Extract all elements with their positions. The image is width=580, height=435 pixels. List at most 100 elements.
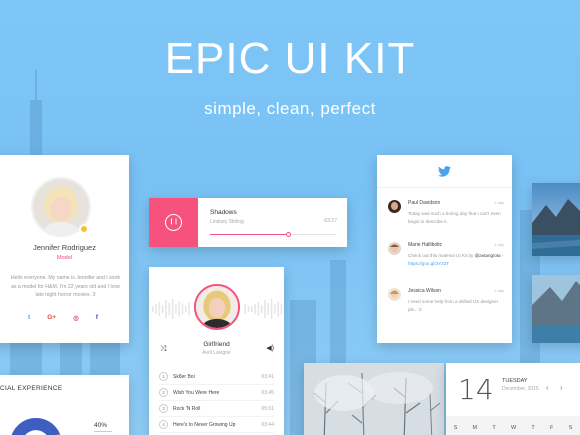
track-title: Here's to Never Growing Up <box>173 421 236 428</box>
equalizer-bar <box>158 302 161 316</box>
twitter-feed-card: Paul Davidson 1 day Today was such a bor… <box>377 155 512 343</box>
twitter-icon[interactable]: t <box>28 314 30 322</box>
chevron-right-icon[interactable]: › <box>560 383 563 392</box>
google-plus-icon[interactable]: G+ <box>47 314 56 322</box>
equalizer-bar <box>185 305 187 313</box>
snowy-forest-photo[interactable] <box>304 363 444 435</box>
hero-subtitle: simple, clean, perfect <box>204 99 376 118</box>
tweet-text: Check out this material UI Kit by @avtan… <box>408 252 504 268</box>
calendar-card: 14 TUESDAY December, 2015 ‹ › S M T W T … <box>446 363 580 435</box>
equalizer-bar <box>161 305 164 313</box>
equalizer-bar <box>247 306 250 312</box>
equalizer-bar <box>171 299 174 319</box>
profile-card: Jennifer Rodriguez Model Hello everyone.… <box>0 155 129 343</box>
track-duration: 03:41 <box>261 373 274 380</box>
play-pause-area[interactable]: ❙❙ <box>149 198 198 247</box>
mountain-valley-photo[interactable] <box>532 275 580 343</box>
mountain-lake-photo[interactable] <box>532 183 580 256</box>
tweet-time: 1 day <box>494 288 504 293</box>
track-item[interactable]: 2 Wish You Were Here 03:45 <box>159 385 274 401</box>
album-avatar <box>194 284 240 330</box>
weekday-label: W <box>510 424 517 431</box>
weekday-label: F <box>550 424 554 431</box>
equalizer-bar <box>267 303 270 315</box>
pause-icon[interactable]: ❙❙ <box>165 214 182 231</box>
track-duration: 03:45 <box>261 389 274 396</box>
profile-role: Model <box>57 255 72 261</box>
tweet-text: Today was such a boring day that I can't… <box>408 211 501 224</box>
equalizer-bar <box>257 302 260 316</box>
tweet-item[interactable]: Paul Davidson 1 day Today was such a bor… <box>388 200 504 230</box>
progress-thumb[interactable] <box>285 232 291 237</box>
equalizer-bar <box>244 304 246 314</box>
track-title: Wish You Were Here <box>173 389 220 396</box>
track-title: Sk8er Boi <box>173 373 195 380</box>
equalizer-bar <box>181 303 184 315</box>
equalizer-bar <box>264 300 266 318</box>
tweet-avatar <box>388 200 401 213</box>
progress-track[interactable] <box>210 232 336 237</box>
track-list: 1 Sk8er Boi 03:41 2 Wish You Were Here 03:45… <box>159 369 274 433</box>
weekday-label: M <box>472 424 478 431</box>
progress-fill <box>210 234 289 235</box>
calendar-month: December, 2015 <box>502 386 539 392</box>
music-card: ⤨ ◀) Girlfriend Avril Lavigne 1 Sk8er Boi… <box>149 267 284 435</box>
song-title: Shadows <box>210 209 237 216</box>
remaining-time: -03:27 <box>322 218 337 224</box>
tweet-body: Check out this material UI Kit by <box>408 253 475 258</box>
tweet-time: 1 day <box>494 200 504 205</box>
tweet-handle-link[interactable]: @avtangiota <box>475 253 501 258</box>
track-number: 1 <box>159 372 168 381</box>
tweet-author[interactable]: Jessica Wilson <box>408 288 441 294</box>
profile-bio: Hello everyone. My name is Jennifer and … <box>10 275 121 298</box>
song-artist: Lindsey Stirling <box>210 219 244 225</box>
equalizer-bar <box>277 301 279 317</box>
twitter-bird-icon <box>438 166 451 177</box>
tweet-author[interactable]: Marie Halliboltc <box>408 242 442 248</box>
track-duration: 03:44 <box>261 421 274 428</box>
equalizer-bar <box>155 304 157 314</box>
tweet-author[interactable]: Paul Davidson <box>408 200 440 206</box>
divider <box>94 431 112 432</box>
equalizer-bar <box>251 306 253 312</box>
donut-chart <box>11 417 61 435</box>
equalizer-bar <box>254 304 256 314</box>
equalizer-bar <box>280 303 283 315</box>
social-links: t G+ ◎ f <box>28 314 98 322</box>
dribbble-icon[interactable]: ◎ <box>73 314 79 322</box>
profile-name: Jennifer Rodriguez <box>33 243 96 252</box>
equalizer-bar <box>270 299 273 319</box>
weekday-label: T <box>492 424 496 431</box>
track-item[interactable]: 4 Here's to Never Growing Up 03:44 <box>159 417 274 433</box>
equalizer-bar <box>175 304 177 314</box>
tweet-avatar <box>388 242 401 255</box>
equalizer-bar <box>260 305 263 313</box>
track-number: 3 <box>159 404 168 413</box>
weekday-label: T <box>531 424 535 431</box>
facebook-icon[interactable]: f <box>96 314 98 322</box>
track-item[interactable]: 1 Sk8er Boi 03:41 <box>159 369 274 385</box>
equalizer-bar <box>165 300 167 318</box>
calendar-weekday: TUESDAY <box>502 378 528 384</box>
track-duration: 05:01 <box>261 405 274 412</box>
track-number: 2 <box>159 388 168 397</box>
tweet-avatar <box>388 288 401 301</box>
stats-percent: 40% <box>94 422 108 429</box>
tweet-item[interactable]: Marie Halliboltc 1 day Check out this ma… <box>388 242 504 272</box>
experience-stats-card: CIAL EXPERIENCE 40% <box>0 375 129 435</box>
calendar-day: 14 <box>458 373 494 406</box>
tweet-item[interactable]: Jessica Wilson 1 day I need some help fr… <box>388 288 504 318</box>
weekday-label: S <box>453 424 458 431</box>
track-number: 4 <box>159 420 168 429</box>
equalizer-bar <box>188 302 190 316</box>
chevron-left-icon[interactable]: ‹ <box>546 383 549 392</box>
album-artist: Avril Lavigne <box>202 350 231 356</box>
music-player-bar: ❙❙ Shadows Lindsey Stirling -03:27 <box>149 198 347 247</box>
tweet-text: I need some help from a skilled UX desig… <box>408 299 499 312</box>
track-item[interactable]: 3 Rock 'N Roll 05:01 <box>159 401 274 417</box>
equalizer-bar <box>178 301 180 317</box>
weekday-label: S <box>568 424 573 431</box>
status-dot <box>79 224 89 234</box>
track-title: Rock 'N Roll <box>173 405 201 412</box>
stats-title: CIAL EXPERIENCE <box>0 385 63 392</box>
